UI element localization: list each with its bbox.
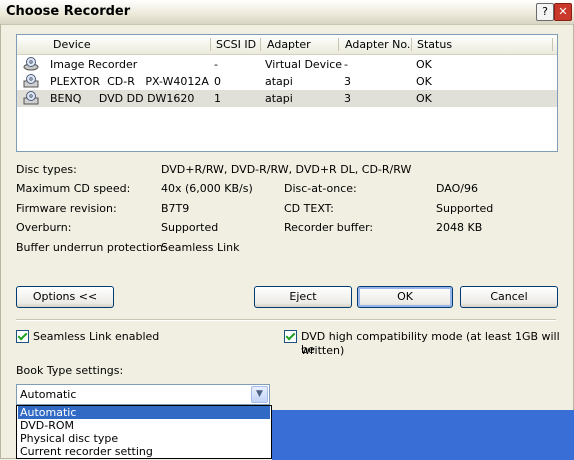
device-name: Image Recorder [50, 58, 138, 71]
book-type-label: Book Type settings: [16, 364, 124, 377]
recorder-buffer-label: Recorder buffer: [284, 221, 374, 234]
dvd-drive-icon [23, 91, 39, 105]
adapter-no: - [344, 58, 348, 71]
column-scsi-id[interactable]: SCSI ID [216, 38, 256, 53]
disc-types-label: Disc types: [16, 163, 77, 176]
divider [16, 319, 556, 321]
column-adapter-no[interactable]: Adapter No. [345, 38, 410, 53]
list-header: Device SCSI ID Adapter Adapter No. Statu… [17, 35, 557, 55]
dropdown-option-dvd-rom[interactable]: DVD-ROM [18, 419, 270, 432]
dropdown-option-current[interactable]: Current recorder setting [18, 445, 270, 458]
firmware-label: Firmware revision: [16, 202, 117, 215]
list-item[interactable]: BENQ DVD DD DW1620 1 atapi 3 OK [17, 90, 557, 107]
overburn-label: Overburn: [16, 221, 72, 234]
status: OK [416, 58, 432, 71]
column-separator[interactable] [260, 38, 261, 51]
scsi-id: 0 [214, 75, 221, 88]
cd-drive-icon [23, 74, 39, 88]
cd-text-label: CD TEXT: [284, 202, 334, 215]
list-item[interactable]: PLEXTOR CD-R PX-W4012A 0 atapi 3 OK [17, 73, 557, 90]
column-separator[interactable] [210, 38, 211, 51]
overburn-value: Supported [161, 221, 219, 234]
close-button[interactable]: ✕ [554, 3, 572, 21]
scsi-id: 1 [214, 92, 221, 105]
desktop-background [272, 410, 574, 460]
title-bar: Choose Recorder ? ✕ [0, 0, 574, 25]
cancel-button[interactable]: Cancel [460, 286, 558, 308]
help-button[interactable]: ? [536, 3, 554, 21]
seamless-link-label[interactable]: Seamless Link enabled [33, 330, 159, 343]
scsi-id: - [214, 58, 218, 71]
dropdown-option-automatic[interactable]: Automatic [18, 406, 270, 419]
column-separator[interactable] [552, 38, 553, 51]
max-speed-label: Maximum CD speed: [16, 182, 131, 195]
dropdown-option-physical[interactable]: Physical disc type [18, 432, 270, 445]
book-type-dropdown[interactable]: Automatic DVD-ROM Physical disc type Cur… [16, 405, 272, 459]
column-device[interactable]: Device [53, 38, 91, 53]
book-type-value: Automatic [20, 388, 77, 401]
status: OK [416, 92, 432, 105]
window-title: Choose Recorder [6, 4, 131, 19]
cd-text-value: Supported [436, 202, 494, 215]
dvd-compat-checkbox[interactable] [284, 330, 297, 343]
disc-at-once-label: Disc-at-once: [284, 182, 357, 195]
disc-types-value: DVD+R/RW, DVD-R/RW, DVD+R DL, CD-R/RW [161, 163, 412, 176]
dvd-compat-label-line2[interactable]: written) [301, 344, 344, 357]
device-list[interactable]: Device SCSI ID Adapter Adapter No. Statu… [16, 34, 558, 152]
column-separator[interactable] [338, 38, 339, 51]
adapter: atapi [265, 75, 293, 88]
adapter: Virtual Device [265, 58, 343, 71]
buffer-underrun-value: Seamless Link [161, 241, 240, 254]
firmware-value: B7T9 [161, 202, 190, 215]
adapter-no: 3 [344, 92, 351, 105]
column-adapter[interactable]: Adapter [267, 38, 311, 53]
recorder-buffer-value: 2048 KB [436, 221, 483, 234]
device-name: PLEXTOR CD-R PX-W4012A [50, 75, 209, 88]
seamless-link-checkbox[interactable] [16, 330, 29, 343]
adapter: atapi [265, 92, 293, 105]
adapter-no: 3 [344, 75, 351, 88]
list-item[interactable]: Image Recorder - Virtual Device - OK [17, 56, 557, 73]
max-speed-value: 40x (6,000 KB/s) [161, 182, 253, 195]
column-separator[interactable] [411, 38, 412, 51]
buffer-underrun-label: Buffer underrun protection: [16, 241, 167, 254]
disc-at-once-value: DAO/96 [436, 182, 478, 195]
image-recorder-icon [23, 57, 39, 71]
ok-button[interactable]: OK [357, 286, 453, 308]
column-status[interactable]: Status [417, 38, 452, 53]
eject-button[interactable]: Eject [254, 286, 352, 308]
book-type-select[interactable]: Automatic ▼ [16, 384, 270, 405]
device-name: BENQ DVD DD DW1620 [50, 92, 195, 105]
chevron-down-icon[interactable]: ▼ [251, 386, 268, 403]
status: OK [416, 75, 432, 88]
options-button[interactable]: Options << [16, 286, 114, 308]
